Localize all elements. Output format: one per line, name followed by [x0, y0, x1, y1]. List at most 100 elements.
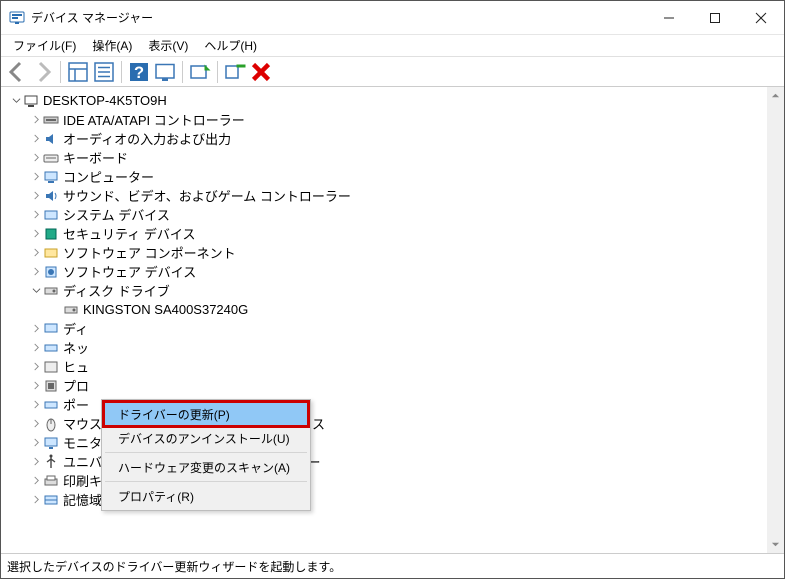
twisty-closed-icon[interactable]: [29, 400, 43, 409]
tree-category[interactable]: ソフトウェア デバイス: [3, 262, 784, 281]
toolbar: ?: [1, 57, 784, 87]
category-label: ソフトウェア コンポーネント: [63, 243, 236, 262]
context-menu: ドライバーの更新(P) デバイスのアンインストール(U) ハードウェア変更のスキ…: [101, 399, 311, 511]
close-button[interactable]: [738, 2, 784, 34]
twisty-closed-icon[interactable]: [29, 229, 43, 238]
category-label: システム デバイス: [63, 205, 170, 224]
hid-icon: [43, 359, 59, 375]
menubar: ファイル(F) 操作(A) 表示(V) ヘルプ(H): [1, 35, 784, 57]
twisty-closed-icon[interactable]: [29, 134, 43, 143]
twisty-closed-icon[interactable]: [29, 362, 43, 371]
context-menu-separator: [105, 481, 307, 482]
twisty-closed-icon[interactable]: [29, 457, 43, 466]
menu-help[interactable]: ヘルプ(H): [196, 35, 265, 56]
tree-category[interactable]: IDE ATA/ATAPI コントローラー: [3, 110, 784, 129]
category-label: キーボード: [63, 148, 128, 167]
tree-category[interactable]: ヒュ: [3, 357, 784, 376]
tree-category[interactable]: コンピューター: [3, 167, 784, 186]
tree-category[interactable]: セキュリティ デバイス: [3, 224, 784, 243]
twisty-closed-icon[interactable]: [29, 343, 43, 352]
monitor-icon: [43, 435, 59, 451]
scroll-down-icon[interactable]: [767, 536, 784, 553]
forward-button[interactable]: [31, 60, 55, 84]
menu-file[interactable]: ファイル(F): [5, 35, 84, 56]
ports-icon: [43, 397, 59, 413]
device-label: KINGSTON SA400S37240G: [83, 302, 248, 317]
context-menu-separator: [105, 452, 307, 453]
sound-icon: [43, 188, 59, 204]
software-device-icon: [43, 264, 59, 280]
tree-root[interactable]: DESKTOP-4K5TO9H: [3, 91, 784, 110]
twisty-closed-icon[interactable]: [29, 381, 43, 390]
category-label: コンピューター: [63, 167, 154, 186]
back-button[interactable]: [5, 60, 29, 84]
category-label: ソフトウェア デバイス: [63, 262, 196, 281]
device-tree[interactable]: DESKTOP-4K5TO9H IDE ATA/ATAPI コントローラー オー…: [1, 87, 784, 554]
update-driver-button[interactable]: [188, 60, 212, 84]
category-label: セキュリティ デバイス: [63, 224, 195, 243]
root-label: DESKTOP-4K5TO9H: [43, 93, 167, 108]
tree-category[interactable]: プロ: [3, 376, 784, 395]
category-label: ディスク ドライブ: [63, 281, 170, 300]
software-component-icon: [43, 245, 59, 261]
audio-io-icon: [43, 131, 59, 147]
twisty-closed-icon[interactable]: [29, 191, 43, 200]
help-button[interactable]: ?: [127, 60, 151, 84]
tree-category[interactable]: オーディオの入力および出力: [3, 129, 784, 148]
category-label: IDE ATA/ATAPI コントローラー: [63, 110, 245, 129]
tree-category[interactable]: ネッ: [3, 338, 784, 357]
maximize-button[interactable]: [692, 2, 738, 34]
statusbar: 選択したデバイスのドライバー更新ウィザードを起動します。: [1, 554, 784, 578]
twisty-closed-icon[interactable]: [29, 495, 43, 504]
scan-button[interactable]: [153, 60, 177, 84]
window-title: デバイス マネージャー: [31, 9, 153, 26]
properties-button[interactable]: [92, 60, 116, 84]
menu-view[interactable]: 表示(V): [140, 35, 196, 56]
twisty-closed-icon[interactable]: [29, 248, 43, 257]
minimize-button[interactable]: [646, 2, 692, 34]
tree-category[interactable]: ディ: [3, 319, 784, 338]
twisty-open-icon[interactable]: [9, 96, 23, 105]
uninstall-button[interactable]: [223, 60, 247, 84]
twisty-closed-icon[interactable]: [29, 210, 43, 219]
tree-device-kingston[interactable]: KINGSTON SA400S37240G: [3, 300, 784, 319]
network-adapter-icon: [43, 340, 59, 356]
tree-category[interactable]: キーボード: [3, 148, 784, 167]
disk-drive-icon: [43, 283, 59, 299]
svg-text:?: ?: [134, 64, 144, 82]
show-hidden-button[interactable]: [66, 60, 90, 84]
computer-icon: [43, 169, 59, 185]
display-adapter-icon: [43, 321, 59, 337]
twisty-closed-icon[interactable]: [29, 267, 43, 276]
titlebar: デバイス マネージャー: [1, 1, 784, 35]
category-label: オーディオの入力および出力: [63, 129, 231, 148]
twisty-closed-icon[interactable]: [29, 153, 43, 162]
tree-category[interactable]: サウンド、ビデオ、およびゲーム コントローラー: [3, 186, 784, 205]
twisty-closed-icon[interactable]: [29, 115, 43, 124]
twisty-open-icon[interactable]: [29, 286, 43, 295]
context-menu-update-driver[interactable]: ドライバーの更新(P): [104, 402, 308, 426]
disk-drive-icon: [63, 302, 79, 318]
system-device-icon: [43, 207, 59, 223]
context-menu-properties[interactable]: プロパティ(R): [104, 484, 308, 508]
category-label: ディ: [63, 319, 88, 338]
status-text: 選択したデバイスのドライバー更新ウィザードを起動します。: [7, 558, 341, 575]
twisty-closed-icon[interactable]: [29, 476, 43, 485]
vertical-scrollbar[interactable]: [767, 87, 784, 553]
tree-category[interactable]: システム デバイス: [3, 205, 784, 224]
mouse-icon: [43, 416, 59, 432]
scroll-up-icon[interactable]: [767, 87, 784, 104]
twisty-closed-icon[interactable]: [29, 172, 43, 181]
twisty-closed-icon[interactable]: [29, 438, 43, 447]
menu-action[interactable]: 操作(A): [84, 35, 140, 56]
print-queue-icon: [43, 473, 59, 489]
twisty-closed-icon[interactable]: [29, 419, 43, 428]
tree-category[interactable]: ソフトウェア コンポーネント: [3, 243, 784, 262]
context-menu-uninstall[interactable]: デバイスのアンインストール(U): [104, 426, 308, 450]
twisty-closed-icon[interactable]: [29, 324, 43, 333]
disable-button[interactable]: [249, 60, 273, 84]
context-menu-scan-hw[interactable]: ハードウェア変更のスキャン(A): [104, 455, 308, 479]
category-label: ネッ: [63, 338, 89, 357]
tree-category-disk-drives[interactable]: ディスク ドライブ: [3, 281, 784, 300]
security-device-icon: [43, 226, 59, 242]
